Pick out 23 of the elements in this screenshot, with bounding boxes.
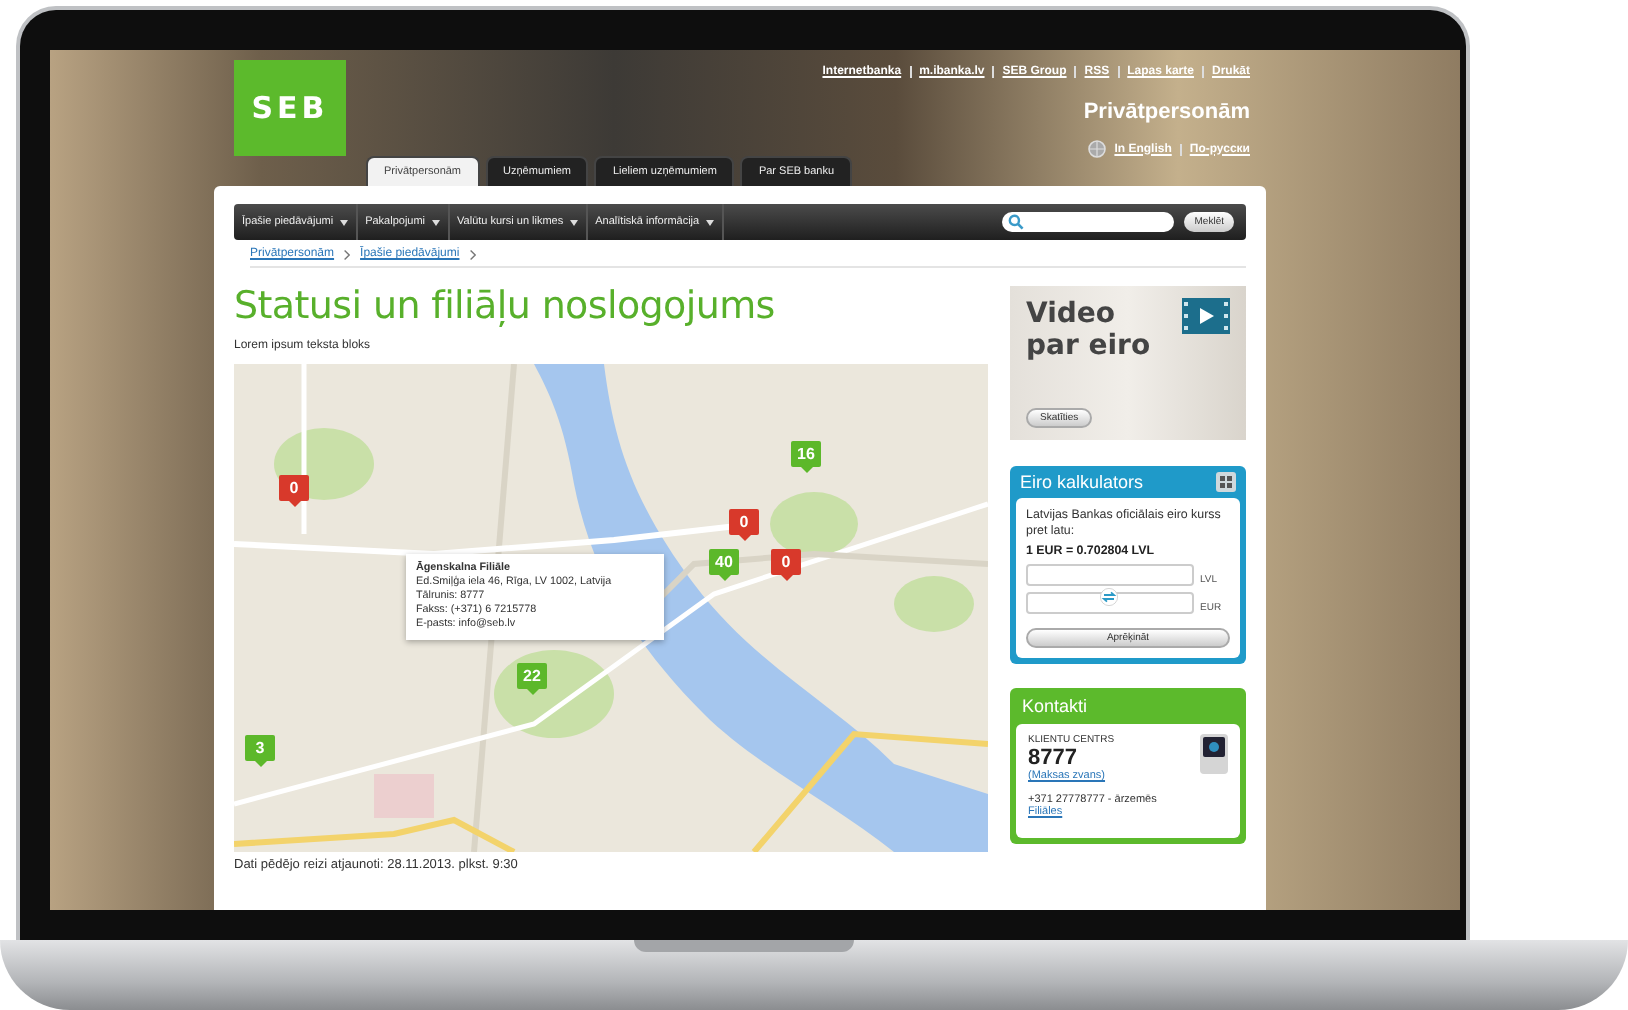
map-marker[interactable]: 0 <box>771 549 801 575</box>
chevron-icon <box>469 249 476 259</box>
caret-icon <box>431 219 440 225</box>
amount-field[interactable] <box>1026 563 1194 586</box>
video-title: Video par eiro <box>1026 298 1153 363</box>
search-field[interactable] <box>1002 212 1175 232</box>
calculator-icon <box>1216 472 1236 492</box>
phone-number: 8777 <box>1028 745 1079 770</box>
globe-icon <box>1088 140 1107 158</box>
film-play-icon <box>1182 298 1230 334</box>
caret-icon <box>569 219 578 225</box>
phone-icon <box>1200 733 1228 774</box>
caret-icon <box>705 219 714 225</box>
search-icon <box>1008 214 1025 230</box>
map-marker[interactable]: 0 <box>279 475 309 501</box>
page-title: Statusi un filiāļu noslogojums <box>234 284 777 328</box>
section-title: Privātpersonām <box>1083 100 1250 124</box>
chevron-icon <box>344 249 351 259</box>
map-marker[interactable]: 0 <box>729 509 759 535</box>
contacts-title: Kontakti <box>1020 693 1090 720</box>
caret-icon <box>339 219 348 225</box>
calculator-title: Eiro kalkulators <box>1020 472 1144 492</box>
amount-field[interactable] <box>1026 591 1194 614</box>
